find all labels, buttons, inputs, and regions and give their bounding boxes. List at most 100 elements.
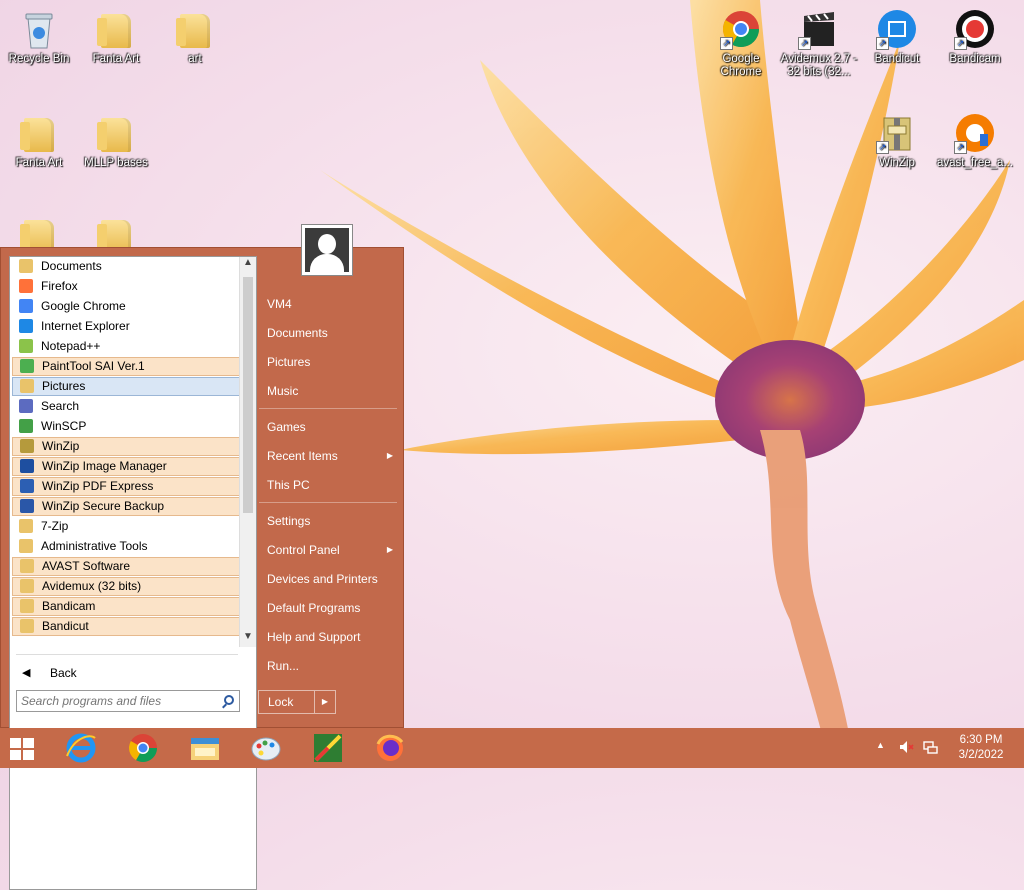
folder-icon: [174, 8, 216, 50]
desktop-icon-bandicut[interactable]: ↗ Bandicut: [858, 8, 936, 66]
program-item[interactable]: Bandicam: [12, 597, 242, 616]
lock-options-arrow-icon[interactable]: ▶: [315, 690, 336, 714]
program-item[interactable]: Search: [12, 397, 242, 416]
scroll-down-arrow-icon[interactable]: ▼: [240, 631, 256, 647]
start-menu-link[interactable]: Music: [259, 379, 397, 403]
desktop-icon-art[interactable]: art: [156, 8, 234, 66]
start-menu-link[interactable]: Devices and Printers: [259, 567, 397, 591]
desktop-icon-bandicam[interactable]: ↗ Bandicam: [936, 8, 1014, 66]
start-menu-link[interactable]: Settings: [259, 509, 397, 533]
back-button[interactable]: ◀ Back: [16, 662, 136, 684]
program-item[interactable]: Bandicut: [12, 617, 242, 636]
chrome-icon: [19, 299, 33, 313]
programs-scrollbar[interactable]: ▲ ▼: [239, 257, 256, 647]
desktop-icon-winzip[interactable]: ↗ WinZip: [858, 112, 936, 170]
start-menu-link[interactable]: Pictures: [259, 350, 397, 374]
search-input[interactable]: [21, 693, 211, 709]
winzip-icon: [20, 439, 34, 453]
program-item[interactable]: AVAST Software: [12, 557, 242, 576]
program-item[interactable]: Firefox: [12, 277, 242, 296]
bandicut-icon: ↗: [876, 8, 918, 50]
program-item-label: WinZip Image Manager: [42, 459, 167, 473]
program-item[interactable]: Documents: [12, 257, 242, 276]
desktop-icon-mllp-bases[interactable]: MLLP bases: [77, 112, 155, 170]
program-item-label: Pictures: [42, 379, 86, 393]
desktop-icon-avast[interactable]: ↗ avast_free_a...: [936, 112, 1014, 170]
program-item-label: Documents: [41, 259, 102, 273]
user-avatar[interactable]: [301, 224, 353, 276]
show-hidden-icons-arrow-icon[interactable]: ▲: [876, 740, 885, 750]
taskbar-internet-explorer-icon[interactable]: [61, 732, 101, 764]
search-programs-box[interactable]: [16, 690, 240, 712]
start-menu-link[interactable]: Run...: [259, 654, 397, 678]
desktop-icon-label: art: [188, 53, 202, 65]
back-label: Back: [50, 666, 77, 680]
desktop-icon-label: Bandicam: [949, 53, 1001, 65]
program-item-label: AVAST Software: [42, 559, 131, 573]
program-item-label: Administrative Tools: [41, 539, 148, 553]
desktop-icon-label: avast_free_a...: [936, 157, 1014, 169]
program-item[interactable]: Avidemux (32 bits): [12, 577, 242, 596]
documents-folder-icon: [19, 259, 33, 273]
taskbar-chrome-icon[interactable]: [123, 732, 163, 764]
start-button[interactable]: [6, 736, 38, 762]
program-item-label: Notepad++: [41, 339, 101, 353]
program-item[interactable]: WinZip Secure Backup: [12, 497, 242, 516]
program-item[interactable]: WinSCP: [12, 417, 242, 436]
start-menu-link[interactable]: This PC: [259, 473, 397, 497]
program-item[interactable]: WinZip PDF Express: [12, 477, 242, 496]
notepad-plus-plus-icon: [19, 339, 33, 353]
desktop-icon-fanta-art[interactable]: Fanta Art: [77, 8, 155, 66]
start-menu: Documents Firefox Google Chrome Internet Ex…: [0, 247, 404, 890]
system-clock[interactable]: 6:30 PM 3/2/2022: [946, 733, 1016, 763]
winzip-secure-backup-icon: [20, 499, 34, 513]
start-menu-link[interactable]: Games: [259, 415, 397, 439]
avast-icon: ↗: [954, 112, 996, 154]
desktop-icon-label: Fanta Art: [15, 157, 63, 169]
program-item[interactable]: PaintTool SAI Ver.1: [12, 357, 242, 376]
program-item-label: WinZip Secure Backup: [42, 499, 165, 513]
program-item[interactable]: WinZip Image Manager: [12, 457, 242, 476]
folder-icon: [20, 559, 34, 573]
program-item[interactable]: WinZip: [12, 437, 242, 456]
start-menu-link-label: Devices and Printers: [267, 572, 378, 586]
scrollbar-thumb[interactable]: [243, 277, 253, 513]
volume-muted-icon[interactable]: [898, 739, 914, 755]
desktop-icon-label: Fanta Art: [92, 53, 140, 65]
start-menu-link[interactable]: VM4: [259, 292, 397, 316]
start-menu-link[interactable]: Help and Support: [259, 625, 397, 649]
back-arrow-icon: ◀: [22, 667, 31, 679]
start-menu-link-label: Run...: [267, 659, 300, 673]
taskbar-firefox-icon[interactable]: [370, 732, 410, 764]
program-item-label: Firefox: [41, 279, 78, 293]
pictures-folder-icon: [20, 379, 34, 393]
desktop-icon-fanta-art-2[interactable]: Fanta Art: [0, 112, 78, 170]
network-icon[interactable]: [922, 739, 938, 755]
start-menu-link[interactable]: Default Programs: [259, 596, 397, 620]
program-item[interactable]: Internet Explorer: [12, 317, 242, 336]
start-menu-link[interactable]: Documents: [259, 321, 397, 345]
scroll-up-arrow-icon[interactable]: ▲: [240, 257, 256, 273]
program-item[interactable]: Google Chrome: [12, 297, 242, 316]
desktop-icon-recycle-bin[interactable]: Recycle Bin: [0, 8, 78, 66]
desktop-icon-avidemux[interactable]: ↗ Avidemux 2.7 - 32 bits (32...: [780, 8, 858, 79]
taskbar-file-explorer-icon[interactable]: [185, 732, 225, 764]
start-menu-link[interactable]: Recent Items ▶: [259, 444, 397, 468]
desktop-icon-google-chrome[interactable]: ↗ Google Chrome: [702, 8, 780, 79]
program-item[interactable]: Pictures: [12, 377, 242, 396]
start-menu-link[interactable]: Control Panel ▶: [259, 538, 397, 562]
desktop-icon-label: Bandicut: [874, 53, 920, 65]
program-item[interactable]: Notepad++: [12, 337, 242, 356]
program-item-label: Google Chrome: [41, 299, 126, 313]
programs-list-items: Documents Firefox Google Chrome Internet Ex…: [10, 257, 244, 889]
program-item-label: WinZip: [42, 439, 80, 453]
program-item[interactable]: Administrative Tools: [12, 537, 242, 556]
lock-button[interactable]: Lock: [258, 690, 315, 714]
clock-time: 6:30 PM: [959, 734, 1003, 746]
program-item[interactable]: 7-Zip: [12, 517, 242, 536]
search-icon[interactable]: [224, 695, 234, 705]
taskbar-paint-icon[interactable]: [246, 732, 286, 764]
program-item-label: PaintTool SAI Ver.1: [42, 359, 145, 373]
desktop-icon-label: MLLP bases: [84, 157, 148, 169]
taskbar-painttool-sai-icon[interactable]: [308, 732, 348, 764]
